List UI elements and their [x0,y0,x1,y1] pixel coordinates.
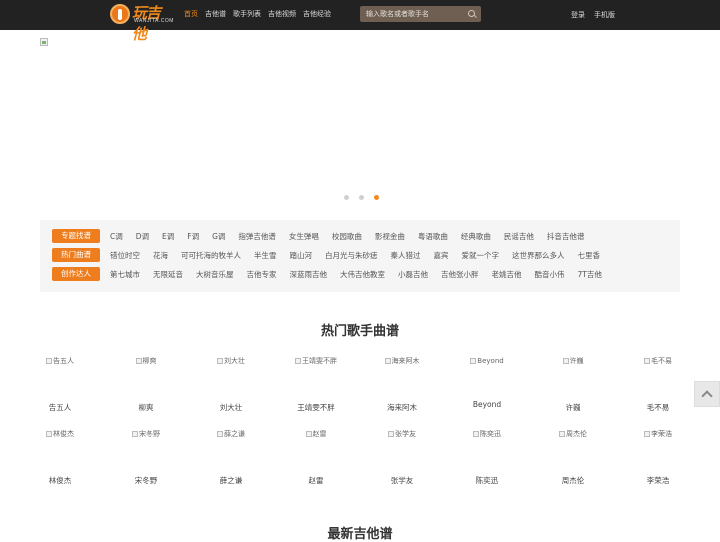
guitar-logo-icon [110,4,130,24]
tag-item[interactable]: 校园歌曲 [332,231,362,242]
singer-image: 周杰伦 [543,429,603,439]
nav-tips[interactable]: 吉他经验 [303,9,331,19]
singer-image: 赵雷 [286,429,346,439]
search-box [360,6,481,22]
singer-name: 李荣浩 [646,476,670,485]
mobile-link[interactable]: 手机版 [594,10,615,20]
tag-item[interactable]: C调 [110,231,123,242]
singer-image: 王靖雯不胖 [286,356,346,366]
tag-item[interactable]: 粤语歌曲 [418,231,448,242]
singer-image: 刘大壮 [201,356,261,366]
singer-image: 毛不易 [628,356,688,366]
singer-image: 薛之谦 [201,429,261,439]
tag-item[interactable]: G调 [212,231,225,242]
back-to-top-button[interactable] [694,381,720,407]
singer-image: 李荣浩 [628,429,688,439]
singer-name: 许巍 [565,403,581,412]
tag-row-creators: 创作达人 第七城市 无限延音 大树音乐屋 吉他专家 深蓝雨吉他 大伟吉他教室 小… [52,267,615,281]
tag-item[interactable]: 经典歌曲 [461,231,491,242]
tag-item[interactable]: 吉他专家 [247,269,277,280]
tag-item[interactable]: E调 [162,231,174,242]
tag-item[interactable]: 吉他张小胖 [441,269,479,280]
singer-name: 宋冬野 [134,476,158,485]
tag-item[interactable]: 7T吉他 [578,269,602,280]
top-header: 玩吉他 WANJITA.COM 首页 吉他谱 歌手列表 吉他视频 吉他经验 登录… [0,0,720,43]
tag-item[interactable]: 花海 [153,250,168,261]
tag-item[interactable]: 半生雪 [254,250,277,261]
tag-item[interactable]: 深蓝雨吉他 [290,269,328,280]
singer-image: 海来阿木 [372,356,432,366]
singer-image: Beyond [457,356,517,366]
singer-image: 宋冬野 [116,429,176,439]
nav-home[interactable]: 首页 [184,9,198,19]
singer-name: 薛之谦 [219,476,243,485]
tag-item[interactable]: 白月光与朱砂痣 [325,250,378,261]
tag-item[interactable]: D调 [136,231,149,242]
singer-name: 周杰伦 [561,476,585,485]
nav-singers[interactable]: 歌手列表 [233,9,261,19]
search-icon[interactable] [468,10,475,17]
tag-label-creators: 创作达人 [52,267,100,281]
tag-item[interactable]: 大树音乐屋 [196,269,234,280]
tag-item[interactable]: 酷音小伟 [535,269,565,280]
tag-item[interactable]: 嘉宾 [434,250,449,261]
singer-name: 王靖雯不胖 [297,403,335,412]
singer-name: 赵雷 [308,476,324,485]
tag-item[interactable]: 无限延音 [153,269,183,280]
carousel-dot-3[interactable] [374,195,379,200]
singer-name: 毛不易 [646,403,670,412]
tag-item[interactable]: 指弹吉他谱 [238,231,276,242]
singer-name: 陈奕迅 [475,476,499,485]
singer-name: 告五人 [48,403,72,412]
tag-label-hot: 热门曲谱 [52,248,100,262]
carousel-dot-2[interactable] [359,195,364,200]
latest-tabs-title: 最新吉他谱 [327,527,393,542]
tag-item[interactable]: 爱就一个字 [462,250,500,261]
singer-name: 海来阿木 [387,403,417,412]
search-input[interactable] [360,6,464,22]
nav-videos[interactable]: 吉他视频 [268,9,296,19]
singer-image: 陈奕迅 [457,429,517,439]
tag-row-topics: 专题找谱 C调 D调 E调 F调 G调 指弹吉他谱 女生弹唱 校园歌曲 影视金曲… [52,229,597,243]
tag-item[interactable]: 第七城市 [110,269,140,280]
tag-item[interactable]: 女生弹唱 [289,231,319,242]
tag-item[interactable]: 抖音吉他谱 [547,231,585,242]
tag-item[interactable]: 踏山河 [290,250,313,261]
banner-carousel[interactable] [40,38,680,208]
carousel-dot-1[interactable] [344,195,349,200]
tag-item[interactable]: 民谣吉他 [504,231,534,242]
tag-item[interactable]: 可可托海的牧羊人 [181,250,241,261]
singer-image: 张学友 [372,429,432,439]
singer-image: 柳爽 [116,356,176,366]
carousel-dots [344,195,379,200]
singer-image: 告五人 [30,356,90,366]
singer-image: 林俊杰 [30,429,90,439]
tag-panel: 专题找谱 C调 D调 E调 F调 G调 指弹吉他谱 女生弹唱 校园歌曲 影视金曲… [40,220,680,292]
hot-singers-title: 热门歌手曲谱 [320,324,399,339]
tag-item[interactable]: 影视金曲 [375,231,405,242]
tag-item[interactable]: 秦人猎过 [391,250,421,261]
singer-name: 柳爽 [138,403,154,412]
login-link[interactable]: 登录 [571,10,585,20]
singer-name: Beyond [472,400,502,409]
logo-subtext: WANJITA.COM [134,18,174,24]
tag-item[interactable]: 老姚吉他 [492,269,522,280]
singer-image: 许巍 [543,356,603,366]
singer-name: 林俊杰 [48,476,72,485]
singer-name: 张学友 [390,476,414,485]
nav-tabs[interactable]: 吉他谱 [205,9,226,19]
singer-name: 刘大壮 [219,403,243,412]
main-nav: 首页 吉他谱 歌手列表 吉他视频 吉他经验 [184,9,331,19]
site-logo[interactable]: 玩吉他 WANJITA.COM [110,3,174,43]
tag-label-topics: 专题找谱 [52,229,100,243]
tag-item[interactable]: 七里香 [578,250,601,261]
tag-row-hot: 热门曲谱 错位时空 花海 可可托海的牧羊人 半生雪 踏山河 白月光与朱砂痣 秦人… [52,248,613,262]
tag-item[interactable]: F调 [187,231,199,242]
broken-image-icon [40,38,48,46]
tag-item[interactable]: 大伟吉他教室 [340,269,385,280]
tag-item[interactable]: 错位时空 [110,250,140,261]
tag-item[interactable]: 小磊吉他 [398,269,428,280]
tag-item[interactable]: 这世界那么多人 [512,250,565,261]
